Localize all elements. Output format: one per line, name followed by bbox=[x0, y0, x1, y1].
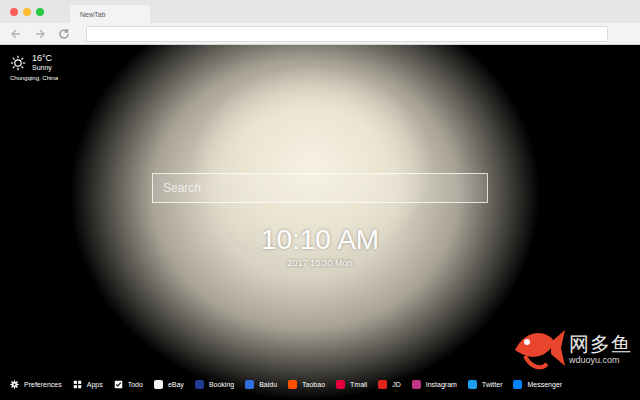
site-logo-icon bbox=[468, 380, 477, 389]
back-arrow-icon[interactable] bbox=[10, 28, 22, 40]
address-bar[interactable] bbox=[86, 26, 608, 42]
watermark-url: wduoyu.com bbox=[569, 355, 632, 365]
shortcut-item[interactable]: eBay bbox=[154, 380, 184, 389]
shortcut-item[interactable]: Messenger bbox=[513, 380, 562, 389]
forward-arrow-icon[interactable] bbox=[34, 28, 46, 40]
location: Chongqing, China bbox=[10, 75, 630, 81]
shortcut-bar: Preferences Apps Todo eBay Booking Baidu Taoba… bbox=[0, 374, 640, 394]
search-placeholder: Search bbox=[163, 181, 201, 195]
shortcut-item[interactable]: Tmall bbox=[336, 380, 367, 389]
shortcut-item[interactable]: JD bbox=[378, 380, 401, 389]
clock-time: 10:10 AM bbox=[261, 225, 379, 256]
site-logo-icon bbox=[513, 380, 522, 389]
shortcut-item[interactable]: Instagram bbox=[412, 380, 457, 389]
site-logo-icon bbox=[195, 380, 204, 389]
weather-condition: Sunny bbox=[32, 64, 52, 72]
shortcut-item[interactable]: Booking bbox=[195, 380, 234, 389]
site-logo-icon bbox=[378, 380, 387, 389]
shortcut-item[interactable]: Taobao bbox=[288, 380, 325, 389]
gear-icon bbox=[10, 380, 19, 389]
browser-window: NewTab 16°CSunny Chongqing, China Search 10:… bbox=[0, 0, 640, 400]
search-box[interactable]: Search bbox=[152, 173, 488, 203]
sun-icon bbox=[10, 55, 26, 71]
close-button[interactable] bbox=[10, 8, 18, 16]
toolbar bbox=[0, 23, 640, 45]
tab-bar: NewTab bbox=[0, 0, 640, 23]
reload-icon[interactable] bbox=[58, 28, 70, 40]
watermark: 网多鱼wduoyu.com bbox=[511, 324, 632, 374]
site-logo-icon bbox=[245, 380, 254, 389]
shortcut-item[interactable]: Twitter bbox=[468, 380, 503, 389]
clock-date: 2017 10.30 Mon bbox=[287, 258, 352, 268]
watermark-brand: 网多鱼 bbox=[569, 333, 632, 355]
fish-logo-icon bbox=[511, 324, 565, 374]
shortcut-item[interactable]: Todo bbox=[114, 380, 143, 389]
window-controls bbox=[10, 8, 44, 16]
temperature: 16°C bbox=[32, 53, 52, 64]
center-area: Search 10:10 AM 2017 10.30 Mon bbox=[0, 81, 640, 374]
browser-tab[interactable]: NewTab bbox=[70, 5, 150, 23]
weather-widget: 16°CSunny Chongqing, China bbox=[0, 45, 640, 81]
shortcut-item[interactable]: Apps bbox=[73, 380, 103, 389]
site-logo-icon bbox=[288, 380, 297, 389]
maximize-button[interactable] bbox=[36, 8, 44, 16]
grid-icon bbox=[73, 380, 82, 389]
shortcut-item[interactable]: Preferences bbox=[10, 380, 62, 389]
shortcut-item[interactable]: Baidu bbox=[245, 380, 277, 389]
site-logo-icon bbox=[336, 380, 345, 389]
minimize-button[interactable] bbox=[23, 8, 31, 16]
checkbox-icon bbox=[114, 380, 123, 389]
new-tab-page: 16°CSunny Chongqing, China Search 10:10 AM 2… bbox=[0, 45, 640, 400]
site-logo-icon bbox=[412, 380, 421, 389]
site-logo-icon bbox=[154, 380, 163, 389]
